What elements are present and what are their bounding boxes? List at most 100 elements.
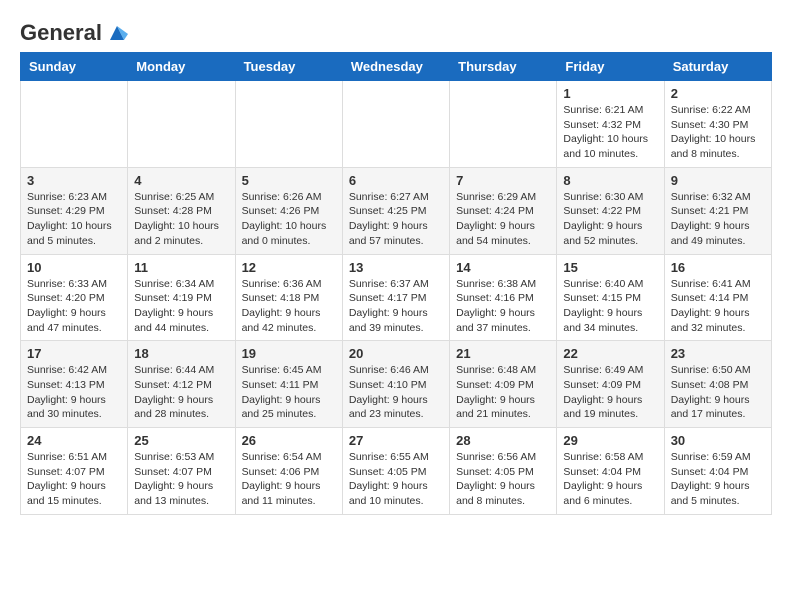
day-number: 21 — [456, 346, 550, 361]
calendar-cell — [235, 81, 342, 168]
day-info: Sunrise: 6:46 AMSunset: 4:10 PMDaylight:… — [349, 363, 443, 422]
calendar-cell: 3Sunrise: 6:23 AMSunset: 4:29 PMDaylight… — [21, 167, 128, 254]
header-thursday: Thursday — [450, 53, 557, 81]
day-info: Sunrise: 6:51 AMSunset: 4:07 PMDaylight:… — [27, 450, 121, 509]
logo: General — [20, 20, 128, 42]
day-info: Sunrise: 6:34 AMSunset: 4:19 PMDaylight:… — [134, 277, 228, 336]
day-info: Sunrise: 6:59 AMSunset: 4:04 PMDaylight:… — [671, 450, 765, 509]
calendar-cell: 24Sunrise: 6:51 AMSunset: 4:07 PMDayligh… — [21, 428, 128, 515]
day-info: Sunrise: 6:44 AMSunset: 4:12 PMDaylight:… — [134, 363, 228, 422]
day-number: 7 — [456, 173, 550, 188]
day-number: 19 — [242, 346, 336, 361]
day-number: 25 — [134, 433, 228, 448]
calendar-cell: 26Sunrise: 6:54 AMSunset: 4:06 PMDayligh… — [235, 428, 342, 515]
header-tuesday: Tuesday — [235, 53, 342, 81]
calendar-cell: 4 Sunrise: 6:25 AMSunset: 4:28 PMDaylight… — [128, 167, 235, 254]
day-info: Sunrise: 6:36 AMSunset: 4:18 PMDaylight:… — [242, 277, 336, 336]
day-number: 29 — [563, 433, 657, 448]
week-row-2: 10Sunrise: 6:33 AMSunset: 4:20 PMDayligh… — [21, 254, 772, 341]
day-number: 16 — [671, 260, 765, 275]
day-info: Sunrise: 6:41 AMSunset: 4:14 PMDaylight:… — [671, 277, 765, 336]
day-number: 23 — [671, 346, 765, 361]
day-number: 6 — [349, 173, 443, 188]
calendar-cell: 23 Sunrise: 6:50 AMSunset: 4:08 PMDayligh… — [664, 341, 771, 428]
calendar-cell: 13 Sunrise: 6:37 AMSunset: 4:17 PMDayligh… — [342, 254, 449, 341]
header-wednesday: Wednesday — [342, 53, 449, 81]
calendar-cell: 18 Sunrise: 6:44 AMSunset: 4:12 PMDayligh… — [128, 341, 235, 428]
day-info: Sunrise: 6:48 AMSunset: 4:09 PMDaylight:… — [456, 363, 550, 422]
day-info: Sunrise: 6:22 AMSunset: 4:30 PMDaylight:… — [671, 103, 765, 162]
calendar-body: 1 Sunrise: 6:21 AMSunset: 4:32 PMDaylight… — [21, 81, 772, 515]
day-info: Sunrise: 6:33 AMSunset: 4:20 PMDaylight:… — [27, 277, 121, 336]
calendar-cell: 8 Sunrise: 6:30 AMSunset: 4:22 PMDaylight… — [557, 167, 664, 254]
day-number: 17 — [27, 346, 121, 361]
day-info: Sunrise: 6:56 AMSunset: 4:05 PMDaylight:… — [456, 450, 550, 509]
day-number: 14 — [456, 260, 550, 275]
header-saturday: Saturday — [664, 53, 771, 81]
day-info: Sunrise: 6:54 AMSunset: 4:06 PMDaylight:… — [242, 450, 336, 509]
calendar-cell: 19Sunrise: 6:45 AMSunset: 4:11 PMDayligh… — [235, 341, 342, 428]
day-info: Sunrise: 6:27 AMSunset: 4:25 PMDaylight:… — [349, 190, 443, 249]
logo-icon — [106, 22, 128, 44]
week-row-4: 24Sunrise: 6:51 AMSunset: 4:07 PMDayligh… — [21, 428, 772, 515]
calendar-cell: 29 Sunrise: 6:58 AMSunset: 4:04 PMDayligh… — [557, 428, 664, 515]
day-info: Sunrise: 6:38 AMSunset: 4:16 PMDaylight:… — [456, 277, 550, 336]
week-row-1: 3Sunrise: 6:23 AMSunset: 4:29 PMDaylight… — [21, 167, 772, 254]
day-info: Sunrise: 6:26 AMSunset: 4:26 PMDaylight:… — [242, 190, 336, 249]
page-header: General — [20, 20, 772, 42]
day-info: Sunrise: 6:37 AMSunset: 4:17 PMDaylight:… — [349, 277, 443, 336]
day-number: 22 — [563, 346, 657, 361]
calendar-cell: 15Sunrise: 6:40 AMSunset: 4:15 PMDayligh… — [557, 254, 664, 341]
header-row: SundayMondayTuesdayWednesdayThursdayFrid… — [21, 53, 772, 81]
day-info: Sunrise: 6:21 AMSunset: 4:32 PMDaylight:… — [563, 103, 657, 162]
calendar-cell: 6 Sunrise: 6:27 AMSunset: 4:25 PMDaylight… — [342, 167, 449, 254]
calendar-cell: 10Sunrise: 6:33 AMSunset: 4:20 PMDayligh… — [21, 254, 128, 341]
calendar-cell: 9Sunrise: 6:32 AMSunset: 4:21 PMDaylight… — [664, 167, 771, 254]
day-number: 4 — [134, 173, 228, 188]
calendar-cell: 22Sunrise: 6:49 AMSunset: 4:09 PMDayligh… — [557, 341, 664, 428]
day-number: 18 — [134, 346, 228, 361]
day-info: Sunrise: 6:53 AMSunset: 4:07 PMDaylight:… — [134, 450, 228, 509]
day-number: 13 — [349, 260, 443, 275]
calendar-cell: 5 Sunrise: 6:26 AMSunset: 4:26 PMDaylight… — [235, 167, 342, 254]
day-number: 5 — [242, 173, 336, 188]
calendar-cell — [128, 81, 235, 168]
calendar-cell: 7 Sunrise: 6:29 AMSunset: 4:24 PMDaylight… — [450, 167, 557, 254]
day-number: 1 — [563, 86, 657, 101]
calendar-cell: 11 Sunrise: 6:34 AMSunset: 4:19 PMDayligh… — [128, 254, 235, 341]
day-number: 2 — [671, 86, 765, 101]
week-row-0: 1 Sunrise: 6:21 AMSunset: 4:32 PMDaylight… — [21, 81, 772, 168]
calendar-cell: 2 Sunrise: 6:22 AMSunset: 4:30 PMDaylight… — [664, 81, 771, 168]
day-info: Sunrise: 6:58 AMSunset: 4:04 PMDaylight:… — [563, 450, 657, 509]
day-info: Sunrise: 6:25 AMSunset: 4:28 PMDaylight:… — [134, 190, 228, 249]
calendar-cell: 12 Sunrise: 6:36 AMSunset: 4:18 PMDayligh… — [235, 254, 342, 341]
calendar-cell: 1 Sunrise: 6:21 AMSunset: 4:32 PMDaylight… — [557, 81, 664, 168]
header-sunday: Sunday — [21, 53, 128, 81]
day-number: 15 — [563, 260, 657, 275]
calendar-cell: 27Sunrise: 6:55 AMSunset: 4:05 PMDayligh… — [342, 428, 449, 515]
day-number: 8 — [563, 173, 657, 188]
calendar-cell — [450, 81, 557, 168]
calendar-cell: 17 Sunrise: 6:42 AMSunset: 4:13 PMDayligh… — [21, 341, 128, 428]
day-info: Sunrise: 6:23 AMSunset: 4:29 PMDaylight:… — [27, 190, 121, 249]
calendar-cell: 28 Sunrise: 6:56 AMSunset: 4:05 PMDayligh… — [450, 428, 557, 515]
day-info: Sunrise: 6:30 AMSunset: 4:22 PMDaylight:… — [563, 190, 657, 249]
week-row-3: 17 Sunrise: 6:42 AMSunset: 4:13 PMDayligh… — [21, 341, 772, 428]
day-number: 11 — [134, 260, 228, 275]
day-number: 12 — [242, 260, 336, 275]
header-friday: Friday — [557, 53, 664, 81]
calendar-cell: 21 Sunrise: 6:48 AMSunset: 4:09 PMDayligh… — [450, 341, 557, 428]
day-number: 20 — [349, 346, 443, 361]
calendar-table: SundayMondayTuesdayWednesdayThursdayFrid… — [20, 52, 772, 515]
day-number: 9 — [671, 173, 765, 188]
day-info: Sunrise: 6:50 AMSunset: 4:08 PMDaylight:… — [671, 363, 765, 422]
day-info: Sunrise: 6:29 AMSunset: 4:24 PMDaylight:… — [456, 190, 550, 249]
calendar-cell: 16 Sunrise: 6:41 AMSunset: 4:14 PMDayligh… — [664, 254, 771, 341]
calendar-header: SundayMondayTuesdayWednesdayThursdayFrid… — [21, 53, 772, 81]
calendar-cell — [21, 81, 128, 168]
calendar-cell: 14 Sunrise: 6:38 AMSunset: 4:16 PMDayligh… — [450, 254, 557, 341]
day-info: Sunrise: 6:42 AMSunset: 4:13 PMDaylight:… — [27, 363, 121, 422]
calendar-cell: 25 Sunrise: 6:53 AMSunset: 4:07 PMDayligh… — [128, 428, 235, 515]
day-number: 28 — [456, 433, 550, 448]
header-monday: Monday — [128, 53, 235, 81]
